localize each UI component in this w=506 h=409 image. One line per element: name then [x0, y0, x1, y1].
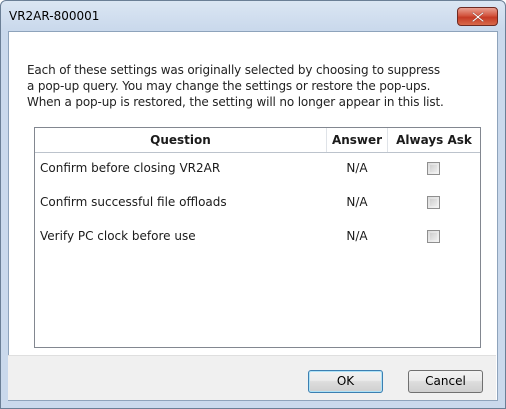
table-row[interactable]: Confirm successful file offloads N/A: [35, 188, 480, 220]
close-button[interactable]: [457, 7, 498, 26]
table-header: Question Answer Always Ask: [35, 128, 480, 153]
always-ask-cell: [388, 154, 480, 186]
ok-button[interactable]: OK: [308, 370, 383, 393]
question-cell: Confirm before closing VR2AR: [40, 161, 221, 175]
column-header-answer[interactable]: Answer: [327, 128, 388, 152]
answer-cell: N/A: [346, 229, 368, 243]
title-bar[interactable]: VR2AR-800001: [1, 1, 505, 31]
table-row[interactable]: Confirm before closing VR2AR N/A: [35, 154, 480, 186]
settings-table: Question Answer Always Ask Confirm befor…: [34, 127, 481, 348]
close-icon: [472, 12, 484, 22]
always-ask-checkbox[interactable]: [427, 162, 440, 175]
answer-cell: N/A: [346, 195, 368, 209]
question-cell: Verify PC clock before use: [40, 229, 196, 243]
cancel-button[interactable]: Cancel: [408, 370, 483, 393]
always-ask-cell: [388, 222, 480, 254]
always-ask-checkbox[interactable]: [427, 196, 440, 209]
window-title: VR2AR-800001: [9, 9, 100, 23]
description-line: Each of these settings was originally se…: [27, 63, 441, 77]
description-text: Each of these settings was originally se…: [27, 62, 489, 110]
always-ask-checkbox[interactable]: [427, 230, 440, 243]
description-line: a pop-up query. You may change the setti…: [27, 79, 431, 93]
column-header-question[interactable]: Question: [35, 128, 327, 152]
question-cell: Confirm successful file offloads: [40, 195, 227, 209]
always-ask-cell: [388, 188, 480, 220]
column-header-always-ask[interactable]: Always Ask: [388, 128, 480, 152]
button-bar: OK Cancel: [8, 355, 496, 400]
table-row[interactable]: Verify PC clock before use N/A: [35, 222, 480, 254]
answer-cell: N/A: [346, 161, 368, 175]
description-line: When a pop-up is restored, the setting w…: [27, 95, 444, 109]
